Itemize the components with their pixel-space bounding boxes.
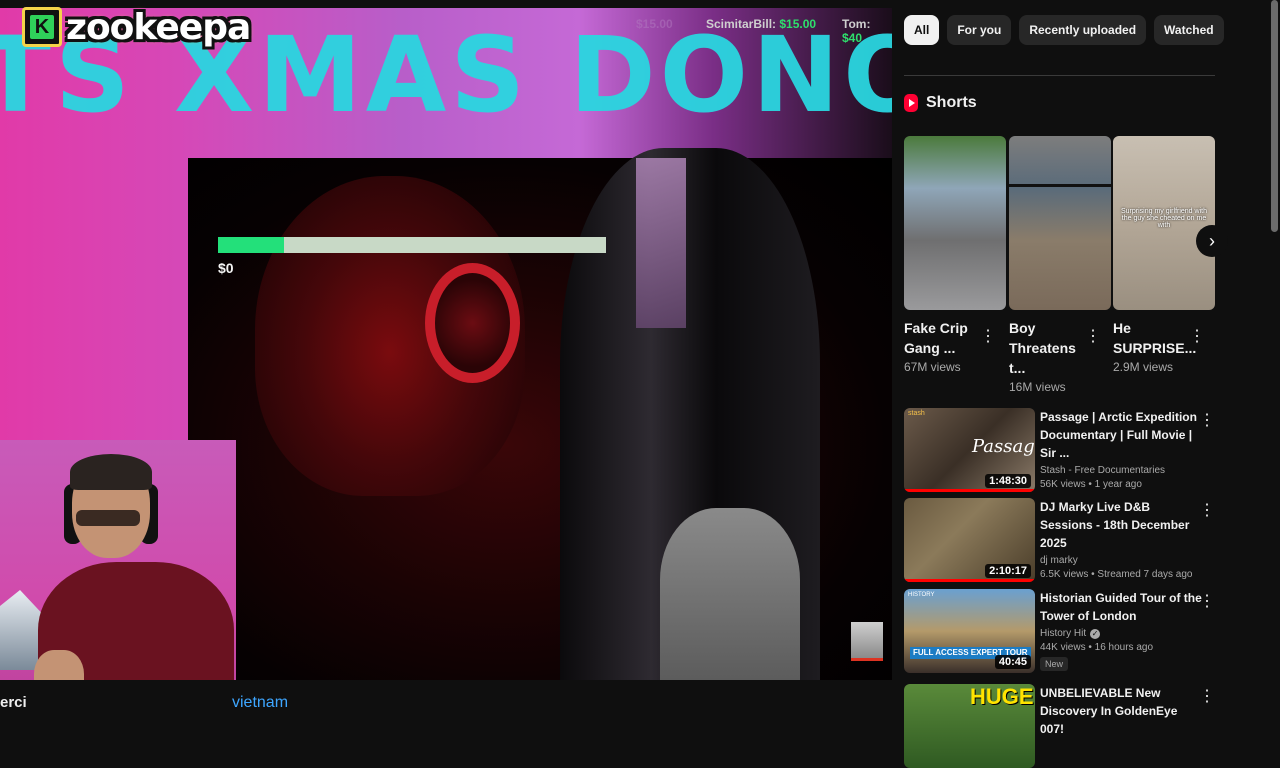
video-thumbnail[interactable]: 2:10:17 (904, 498, 1035, 582)
shorts-icon (904, 94, 918, 112)
short-thumbnail[interactable] (1009, 136, 1111, 310)
short-card[interactable]: Boy Threatens t... 16M views ⋮ (1009, 136, 1111, 394)
donation-amount: $40 (842, 31, 863, 45)
video-card[interactable]: HISTORY FULL ACCESS EXPERT TOUR 40:45 Hi… (904, 589, 1215, 673)
shorts-header: Shorts (904, 94, 977, 112)
chevron-right-icon: › (1209, 230, 1215, 251)
short-thumbnail[interactable] (904, 136, 1006, 310)
thumbnail-tag: HISTORY (908, 592, 935, 598)
short-title[interactable]: He SURPRISE... (1113, 318, 1196, 358)
video-thumbnail[interactable]: stash Passage 1:48:30 (904, 408, 1035, 492)
donation-amount: $15.00 (779, 17, 817, 31)
short-views: 2.9M views (1113, 360, 1174, 374)
donor-name: Tom: (842, 17, 871, 31)
donation-entry: Tom: $40 (842, 17, 892, 45)
more-menu-icon[interactable]: ⋮ (1085, 326, 1101, 346)
video-card[interactable]: 2:10:17 DJ Marky Live D&B Sessions - 18t… (904, 498, 1215, 582)
video-thumbnail[interactable]: HISTORY FULL ACCESS EXPERT TOUR 40:45 (904, 589, 1035, 673)
headphone-icon (425, 263, 520, 383)
donor-name: ScimitarBill: (706, 17, 777, 31)
video-thumbnail[interactable]: HUGE (904, 684, 1035, 768)
sunglasses (76, 510, 140, 526)
short-title[interactable]: Fake Crip Gang ... (904, 318, 984, 358)
logo-wordmark: zookeepa (66, 6, 251, 48)
video-info: Historian Guided Tour of the Tower of Lo… (1040, 589, 1202, 672)
chip-watched[interactable]: Watched (1154, 15, 1224, 45)
video-info: UNBELIEVABLE New Discovery In GoldenEye … (1040, 684, 1202, 738)
video-title[interactable]: DJ Marky Live D&B Sessions - 18th Decemb… (1040, 498, 1202, 552)
channel-name-text[interactable]: dj marky (1040, 555, 1078, 566)
channel-name[interactable]: History Hit ✓ (1040, 628, 1202, 639)
filter-chips: All For you Recently uploaded Watched (904, 15, 1224, 45)
short-thumbnail[interactable]: Surprising my girlfriend with the guy sh… (1113, 136, 1215, 310)
channel-logo: K zookeepa (22, 6, 251, 48)
video-duration: 40:45 (994, 655, 1031, 669)
channel-name-text[interactable]: Stash - Free Documentaries (1040, 465, 1165, 476)
donation-goal-amount: $0 (218, 260, 234, 276)
chip-all[interactable]: All (904, 15, 940, 45)
short-title[interactable]: Boy Threatens t... (1009, 318, 1089, 378)
more-menu-icon[interactable]: ⋮ (980, 326, 996, 346)
video-meta: 44K views • 16 hours ago (1040, 642, 1154, 653)
faint-donation: $15.00 (636, 17, 673, 31)
bottom-link-text[interactable]: vietnam (232, 694, 288, 712)
short-card[interactable]: Surprising my girlfriend with the guy sh… (1113, 136, 1215, 374)
more-menu-icon[interactable]: ⋮ (1199, 686, 1215, 706)
short-views: 67M views (904, 360, 961, 374)
video-title[interactable]: UNBELIEVABLE New Discovery In GoldenEye … (1040, 684, 1202, 738)
channel-name-text[interactable]: History Hit (1040, 628, 1086, 639)
video-title[interactable]: Historian Guided Tour of the Tower of Lo… (1040, 589, 1202, 625)
player-bottom-strip: erci vietnam (0, 680, 892, 720)
verified-check-icon: ✓ (1090, 628, 1101, 639)
video-meta: 6.5K views • Streamed 7 days ago (1040, 569, 1193, 580)
bottom-left-text: erci (0, 694, 27, 711)
webcam-overlay (0, 440, 236, 720)
more-menu-icon[interactable]: ⋮ (1199, 410, 1215, 430)
section-divider (904, 75, 1215, 76)
channel-name[interactable]: Stash - Free Documentaries (1040, 465, 1202, 476)
watch-progress-bar (904, 489, 1035, 492)
kick-logo-letter: K (30, 15, 54, 39)
video-info: Passage | Arctic Expedition Documentary … (1040, 408, 1202, 490)
viewer-avatar (851, 622, 883, 661)
chair-stripe (636, 158, 686, 328)
video-title[interactable]: Passage | Arctic Expedition Documentary … (1040, 408, 1202, 462)
streamer-shirt (660, 508, 800, 680)
chip-for-you[interactable]: For you (947, 15, 1012, 45)
donation-goal-fill (218, 237, 284, 253)
watch-progress-bar (904, 579, 1035, 582)
short-views: 16M views (1009, 380, 1066, 394)
short-card[interactable]: Fake Crip Gang ... 67M views ⋮ (904, 136, 1006, 374)
more-menu-icon[interactable]: ⋮ (1199, 591, 1215, 611)
thumbnail-text: HUGE (970, 684, 1034, 709)
webcam-person-hair (70, 454, 152, 490)
kick-logo-icon: K (22, 7, 62, 47)
thumbnail-tag: stash (908, 410, 925, 417)
video-duration: 1:48:30 (985, 474, 1031, 488)
channel-name[interactable]: dj marky (1040, 555, 1202, 566)
video-duration: 2:10:17 (985, 564, 1031, 578)
chip-recently-uploaded[interactable]: Recently uploaded (1019, 15, 1147, 45)
donation-entry: ScimitarBill: $15.00 (706, 17, 816, 31)
page-scrollbar[interactable] (1271, 0, 1278, 232)
thumbnail-text: Passage (972, 436, 1035, 457)
thumbnail-split (1009, 184, 1111, 187)
thumbnail-caption: Surprising my girlfriend with the guy sh… (1121, 208, 1207, 229)
video-meta: 56K views • 1 year ago (1040, 479, 1142, 490)
more-menu-icon[interactable]: ⋮ (1199, 500, 1215, 520)
video-info: DJ Marky Live D&B Sessions - 18th Decemb… (1040, 498, 1202, 580)
video-card[interactable]: stash Passage 1:48:30 Passage | Arctic E… (904, 408, 1215, 492)
video-card[interactable]: HUGE UNBELIEVABLE New Discovery In Golde… (904, 684, 1215, 768)
new-badge: New (1040, 657, 1069, 671)
more-menu-icon[interactable]: ⋮ (1189, 326, 1205, 346)
shorts-next-button[interactable]: › (1196, 225, 1228, 257)
shorts-heading: Shorts (926, 94, 977, 111)
donation-goal-bar (218, 237, 606, 253)
